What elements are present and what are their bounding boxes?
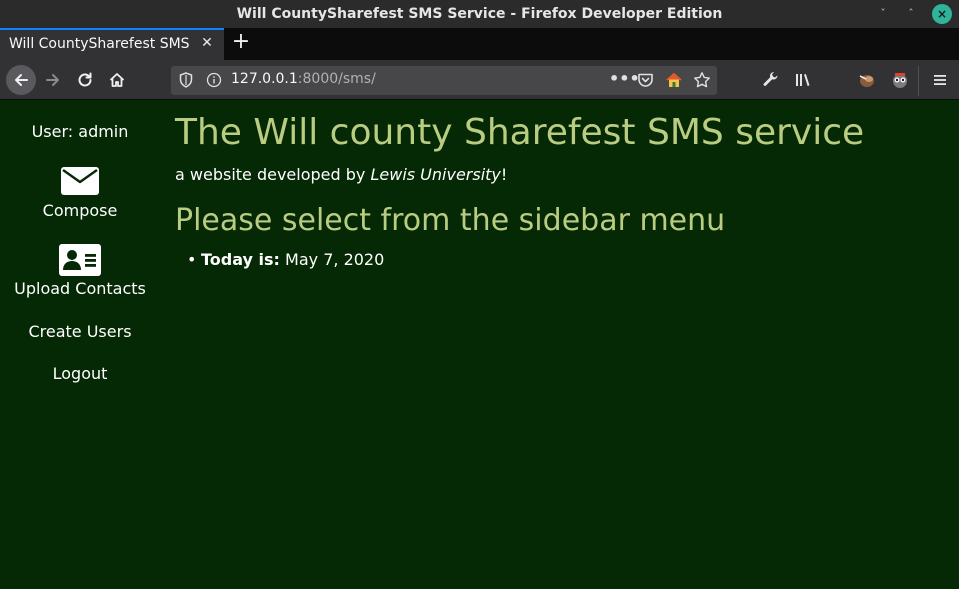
- home-button[interactable]: [104, 67, 130, 93]
- subtitle-suffix: !: [500, 165, 508, 184]
- tab-close-button[interactable]: ✕: [199, 35, 215, 53]
- sidebar-item-compose[interactable]: Compose: [0, 201, 160, 220]
- extension-icon: [893, 73, 907, 88]
- extension-icon: [859, 75, 874, 87]
- menu-button[interactable]: [930, 70, 950, 90]
- url-bar[interactable]: 127.0.0.1:8000/sms/ •••: [171, 66, 717, 95]
- organization-name: Lewis University: [370, 165, 501, 184]
- star-icon[interactable]: [693, 71, 711, 93]
- new-tab-button[interactable]: +: [230, 31, 252, 55]
- today-label: Today is:: [201, 250, 280, 269]
- url-path: :8000/sms/: [297, 71, 376, 87]
- reload-icon: [78, 72, 92, 87]
- sidebar-item-create-users[interactable]: Create Users: [0, 322, 160, 341]
- more-icon[interactable]: •••: [609, 69, 640, 88]
- sidebar-item-upload-contacts[interactable]: Upload Contacts: [0, 279, 160, 298]
- list-bullet: •: [187, 250, 197, 269]
- toolbar-separator: [918, 66, 919, 96]
- window-titlebar: Will CountySharefest SMS Service - Firef…: [0, 0, 959, 28]
- back-icon: [15, 74, 28, 86]
- tab-strip: Will CountySharefest SMS Service ✕ +: [0, 28, 959, 60]
- extension-home-icon[interactable]: [665, 71, 683, 93]
- window-title: Will CountySharefest SMS Service - Firef…: [236, 6, 723, 22]
- page-content: User: admin Compose Upload Contacts Crea…: [0, 101, 959, 589]
- envelope-icon[interactable]: [61, 167, 99, 199]
- section-heading: Please select from the sidebar menu: [175, 203, 726, 238]
- current-user: User: admin: [31, 122, 129, 141]
- sidebar-menu: User: admin Compose Upload Contacts Crea…: [0, 101, 160, 589]
- shield-icon[interactable]: [179, 72, 193, 92]
- page-subtitle: a website developed by Lewis University!: [175, 165, 507, 184]
- forward-icon: [46, 74, 59, 86]
- page-title: The Will county Sharefest SMS service: [175, 112, 865, 153]
- home-icon: [109, 73, 125, 87]
- reload-button[interactable]: [72, 67, 98, 93]
- contact-card-icon[interactable]: [59, 244, 101, 280]
- subtitle-prefix: a website developed by: [175, 165, 371, 184]
- tab-label: Will CountySharefest SMS Service: [9, 36, 193, 52]
- library-icon: [796, 74, 810, 86]
- pocket-icon[interactable]: [637, 72, 654, 92]
- hamburger-menu-icon: [934, 75, 946, 85]
- back-button[interactable]: [6, 65, 36, 95]
- url-host: 127.0.0.1: [231, 71, 298, 87]
- library-button[interactable]: [793, 70, 813, 90]
- today-date: May 7, 2020: [285, 250, 385, 269]
- forward-button[interactable]: [40, 67, 66, 93]
- url-text[interactable]: 127.0.0.1:8000/sms/: [231, 71, 376, 87]
- wrench-icon: [763, 71, 778, 86]
- wrench-button[interactable]: [761, 70, 781, 90]
- today-list-item: • Today is: May 7, 2020: [187, 250, 385, 269]
- extension-button[interactable]: [857, 70, 877, 90]
- tab-sms-service[interactable]: Will CountySharefest SMS Service ✕: [0, 28, 224, 60]
- sidebar-item-logout[interactable]: Logout: [0, 364, 160, 383]
- info-icon[interactable]: [206, 72, 222, 92]
- extension-button[interactable]: [890, 70, 910, 90]
